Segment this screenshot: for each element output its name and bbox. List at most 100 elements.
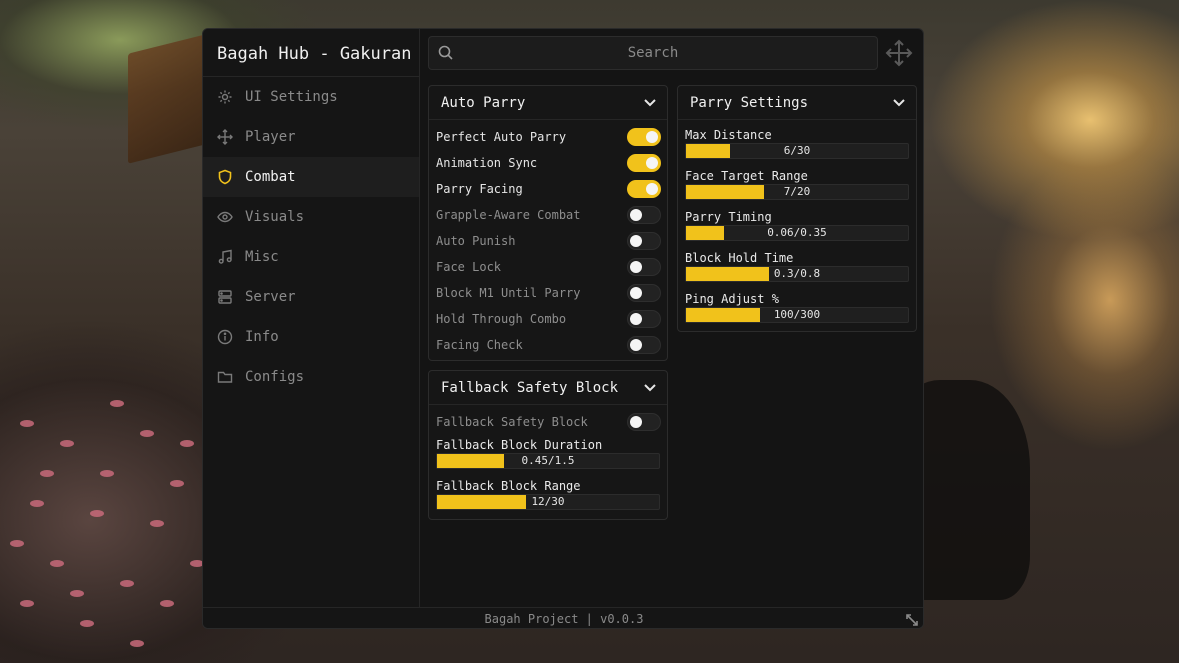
sidebar-item-info[interactable]: Info	[203, 317, 419, 357]
footer: Bagah Project | v0.0.3	[203, 607, 923, 628]
section-title: Fallback Safety Block	[441, 379, 619, 396]
petal	[60, 440, 74, 447]
sidebar-item-label: Server	[245, 289, 296, 305]
hold-through-combo-toggle[interactable]	[627, 310, 661, 328]
sidebar-item-misc[interactable]: Misc	[203, 237, 419, 277]
petal	[170, 480, 184, 487]
slider-track[interactable]: 12/30	[436, 494, 660, 510]
parry-settings-sliders: Max Distance 6/30 Face Target Range 7/20 Par…	[678, 120, 916, 323]
toggle-knob	[646, 157, 658, 169]
hub-window: Bagah Hub - Gakuran UI Settings Player Com…	[202, 28, 924, 629]
slider-max-distance: Max Distance 6/30	[678, 127, 916, 159]
face-lock-toggle[interactable]	[627, 258, 661, 276]
toggle-row[interactable]: Auto Punish	[429, 228, 667, 254]
sidebar-item-ui-settings[interactable]: UI Settings	[203, 77, 419, 117]
block-m1-until-parry-toggle[interactable]	[627, 284, 661, 302]
toggle-knob	[630, 261, 642, 273]
auto-punish-toggle[interactable]	[627, 232, 661, 250]
sidebar-item-combat[interactable]: Combat	[203, 157, 419, 197]
sidebar-item-label: Info	[245, 329, 279, 345]
fallback-safety-toggle[interactable]	[627, 413, 661, 431]
info-icon	[217, 329, 233, 345]
petal	[80, 620, 94, 627]
petal	[180, 440, 194, 447]
slider-value: 100/300	[773, 308, 821, 321]
fallback-header[interactable]: Fallback Safety Block	[429, 371, 667, 405]
slider-track[interactable]: 0.45/1.5	[436, 453, 660, 469]
resize-icon[interactable]	[905, 612, 919, 626]
sidebar-item-player[interactable]: Player	[203, 117, 419, 157]
slider-value: 6/30	[783, 144, 811, 157]
slider-fallback-block-range: Fallback Block Range 12/30	[429, 478, 667, 510]
search-input[interactable]	[463, 45, 877, 61]
slider-track[interactable]: 100/300	[685, 307, 909, 323]
toggle-knob	[646, 131, 658, 143]
petal	[100, 470, 114, 477]
sidebar-item-label: Player	[245, 129, 296, 145]
shield-icon	[217, 169, 233, 185]
parry-settings-section: Parry Settings Max Distance 6/30 Face Targ…	[677, 85, 917, 332]
sidebar-item-server[interactable]: Server	[203, 277, 419, 317]
toggle-row[interactable]: Block M1 Until Parry	[429, 280, 667, 306]
petal	[160, 600, 174, 607]
toggle-label: Fallback Safety Block	[436, 415, 588, 429]
parry-facing-toggle[interactable]	[627, 180, 661, 198]
parry-settings-header[interactable]: Parry Settings	[678, 86, 916, 120]
toggle-row[interactable]: Animation Sync	[429, 150, 667, 176]
slider-track[interactable]: 0.06/0.35	[685, 225, 909, 241]
slider-ping-adjust: Ping Adjust % 100/300	[678, 291, 916, 323]
section-title: Parry Settings	[690, 94, 809, 111]
slider-track[interactable]: 0.3/0.8	[685, 266, 909, 282]
toggle-row[interactable]: Perfect Auto Parry	[429, 124, 667, 150]
chevron-down-icon	[644, 98, 656, 106]
slider-value: 0.3/0.8	[773, 267, 821, 280]
section-title: Auto Parry	[441, 94, 526, 111]
sidebar-item-visuals[interactable]: Visuals	[203, 197, 419, 237]
petal	[10, 540, 24, 547]
toggle-row[interactable]: Hold Through Combo	[429, 306, 667, 332]
petal	[140, 430, 154, 437]
petal	[70, 590, 84, 597]
toggle-row[interactable]: Fallback Safety Block	[429, 409, 667, 435]
slider-label: Fallback Block Range	[436, 479, 581, 493]
hub-title: Bagah Hub - Gakuran	[203, 29, 419, 77]
park-bench	[128, 34, 206, 164]
chevron-down-icon	[893, 98, 905, 106]
toggle-row[interactable]: Facing Check	[429, 332, 667, 358]
slider-track[interactable]: 6/30	[685, 143, 909, 159]
sidebar-item-configs[interactable]: Configs	[203, 357, 419, 397]
grapple-aware-combat-toggle[interactable]	[627, 206, 661, 224]
fallback-section: Fallback Safety Block Fallback Safety Bl…	[428, 370, 668, 520]
animation-sync-toggle[interactable]	[627, 154, 661, 172]
sidebar-item-label: Combat	[245, 169, 296, 185]
gear-icon	[217, 89, 233, 105]
search-bar	[428, 36, 878, 70]
move-handle-icon[interactable]	[885, 39, 913, 67]
version-label: Bagah Project | v0.0.3	[484, 612, 644, 626]
slider-label: Face Target Range	[685, 169, 808, 183]
petal	[130, 640, 144, 647]
auto-parry-header[interactable]: Auto Parry	[429, 86, 667, 120]
facing-check-toggle[interactable]	[627, 336, 661, 354]
slider-value: 7/20	[783, 185, 811, 198]
petal	[90, 510, 104, 517]
toggle-row[interactable]: Grapple-Aware Combat	[429, 202, 667, 228]
toggle-knob	[630, 287, 642, 299]
sidebar-item-label: Visuals	[245, 209, 305, 225]
toggle-knob	[630, 416, 642, 428]
toggle-row[interactable]: Parry Facing	[429, 176, 667, 202]
sidebar-item-label: UI Settings	[245, 89, 338, 105]
petal	[150, 520, 164, 527]
music-note-icon	[217, 249, 233, 265]
toggle-row[interactable]: Face Lock	[429, 254, 667, 280]
petal	[20, 600, 34, 607]
toggle-knob	[630, 209, 642, 221]
slider-block-hold-time: Block Hold Time 0.3/0.8	[678, 250, 916, 282]
toggle-knob	[630, 313, 642, 325]
auto-parry-section: Auto Parry Perfect Auto Parry Animation S…	[428, 85, 668, 361]
slider-track[interactable]: 7/20	[685, 184, 909, 200]
toggle-label: Facing Check	[436, 338, 523, 352]
perfect-auto-parry-toggle[interactable]	[627, 128, 661, 146]
slider-value: 0.45/1.5	[521, 454, 575, 467]
petal	[120, 580, 134, 587]
